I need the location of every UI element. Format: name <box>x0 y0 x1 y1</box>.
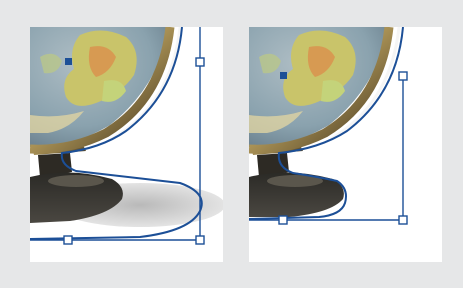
globe-illustration-before <box>30 27 223 245</box>
bounding-handle-icon[interactable] <box>195 235 205 245</box>
globe-illustration-after <box>249 27 408 225</box>
bounding-handle-icon[interactable] <box>398 215 408 225</box>
bounding-handle-icon[interactable] <box>398 71 408 81</box>
bounding-handle-icon[interactable] <box>63 235 73 245</box>
bounding-handle-icon[interactable] <box>278 215 288 225</box>
panel-after <box>249 27 442 262</box>
anchor-point-icon[interactable] <box>280 72 287 79</box>
anchor-point-icon[interactable] <box>65 58 72 65</box>
bounding-handle-icon[interactable] <box>195 57 205 67</box>
panel-before <box>30 27 223 262</box>
